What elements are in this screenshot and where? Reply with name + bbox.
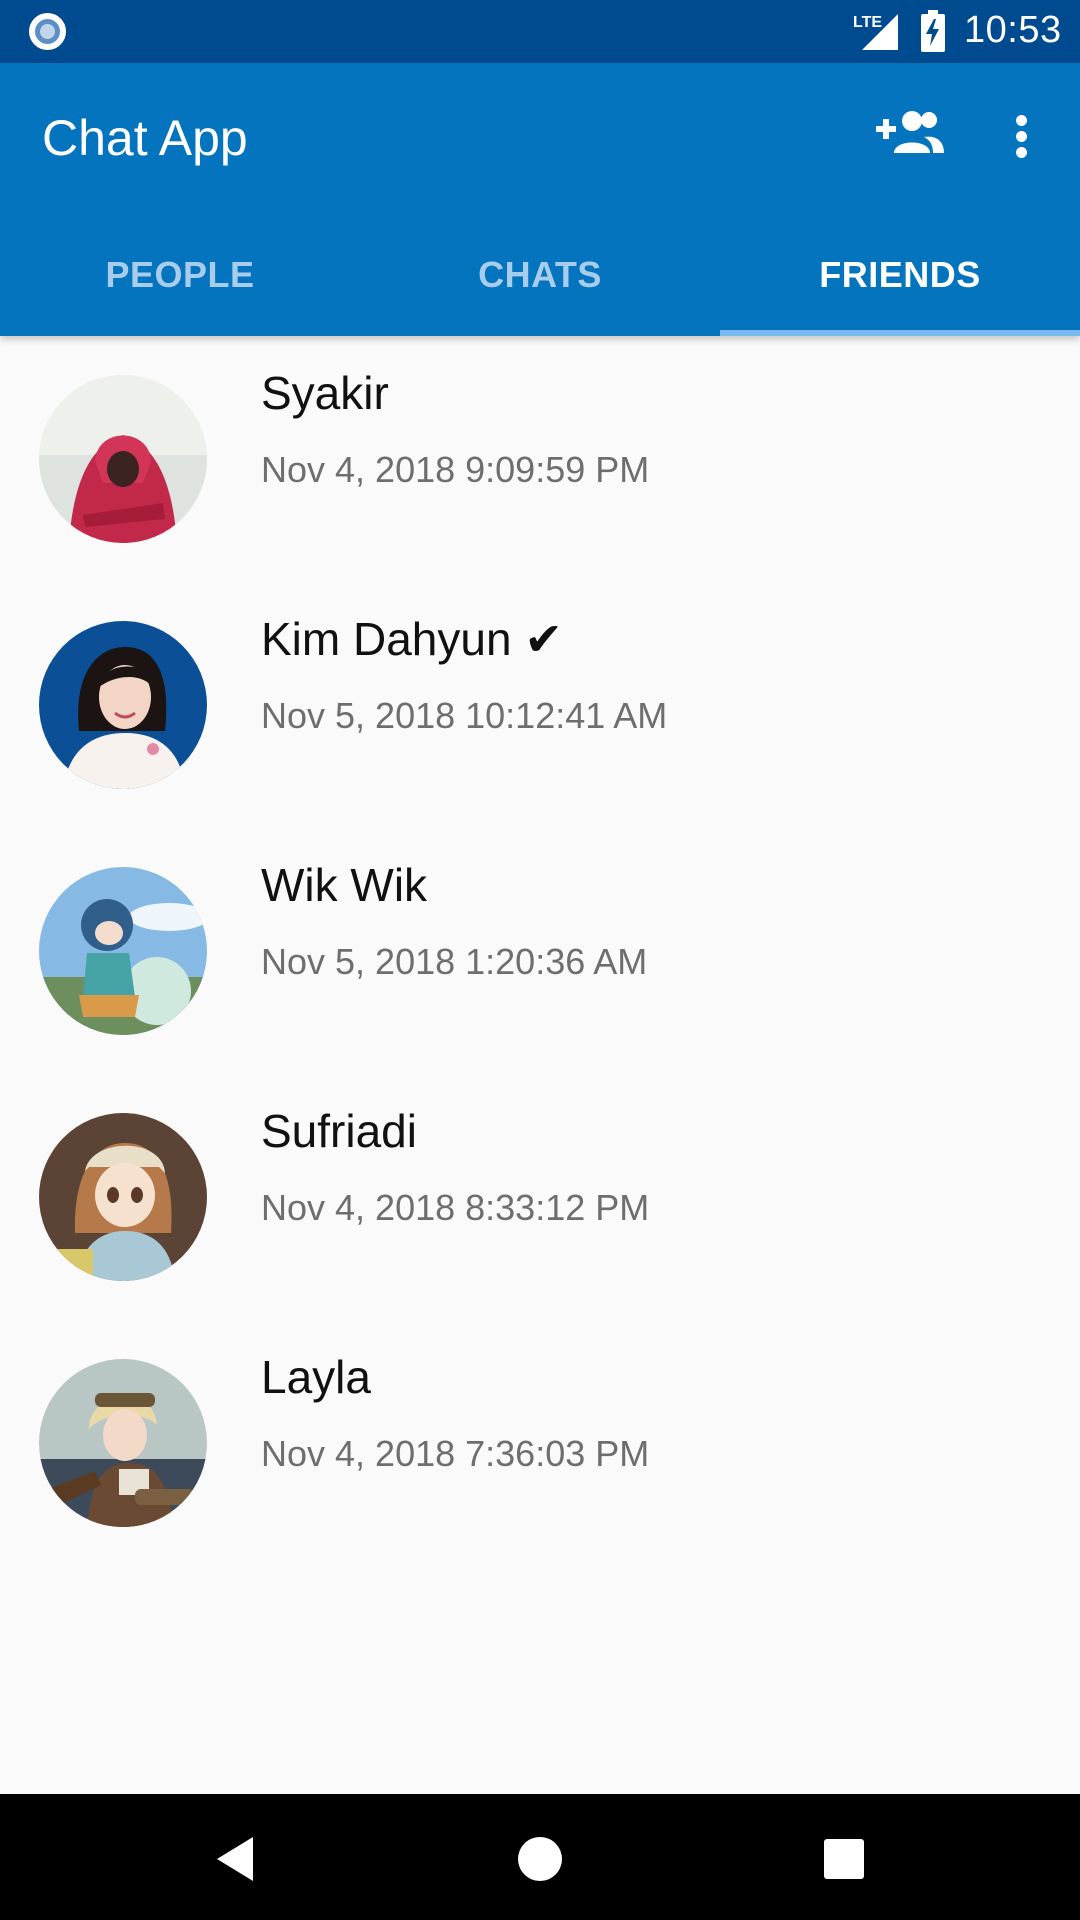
friend-name: Wik Wik (261, 859, 428, 911)
avatar (39, 621, 207, 789)
tab-bar: PEOPLE CHATS FRIENDS (0, 240, 1080, 336)
navigation-bar (0, 1794, 1080, 1920)
friend-name: Syakir (261, 367, 389, 419)
tab-people[interactable]: PEOPLE (0, 240, 360, 336)
avatar (39, 375, 207, 543)
add-friend-icon[interactable] (876, 109, 944, 155)
dot-icon (1016, 131, 1027, 142)
lte-signal-icon: LTE (853, 14, 898, 50)
friend-name: Sufriadi (261, 1105, 417, 1157)
tab-friends[interactable]: FRIENDS (720, 240, 1080, 336)
app-title: Chat App (42, 110, 248, 166)
record-icon (29, 13, 66, 50)
list-item[interactable]: Syakir Nov 4, 2018 9:09:59 PM (0, 336, 1080, 582)
friend-name: Layla (261, 1351, 371, 1403)
list-item[interactable]: Sufriadi Nov 4, 2018 8:33:12 PM (0, 1074, 1080, 1320)
recents-icon[interactable] (814, 1829, 874, 1889)
friend-timestamp: Nov 5, 2018 10:12:41 AM (261, 695, 668, 736)
clock: 10:53 (964, 9, 1062, 51)
tab-chats[interactable]: CHATS (360, 240, 720, 336)
battery-charging-icon (921, 10, 945, 52)
back-icon[interactable] (205, 1829, 265, 1889)
friend-timestamp: Nov 4, 2018 7:36:03 PM (261, 1433, 650, 1474)
friend-timestamp: Nov 4, 2018 8:33:12 PM (261, 1187, 650, 1228)
list-item[interactable]: Kim Dahyun ✔ Nov 5, 2018 10:12:41 AM (0, 582, 1080, 828)
friend-timestamp: Nov 4, 2018 9:09:59 PM (261, 449, 650, 490)
app-bar: Chat App PEOPLE CHATS FRIENDS (0, 63, 1080, 336)
friend-name: Kim Dahyun ✔ (261, 613, 563, 665)
status-bar: LTE 10:53 (0, 0, 1080, 63)
list-item[interactable]: Wik Wik Nov 5, 2018 1:20:36 AM (0, 828, 1080, 1074)
avatar (39, 867, 207, 1035)
dot-icon (1016, 115, 1027, 126)
friends-list: Syakir Nov 4, 2018 9:09:59 PM Kim Dahyun… (0, 336, 1080, 1566)
friend-timestamp: Nov 5, 2018 1:20:36 AM (261, 941, 648, 982)
avatar (39, 1113, 207, 1281)
svg-text:LTE: LTE (853, 14, 882, 31)
list-item[interactable]: Layla Nov 4, 2018 7:36:03 PM (0, 1320, 1080, 1566)
home-icon[interactable] (510, 1829, 570, 1889)
avatar (39, 1359, 207, 1527)
dot-icon (1016, 147, 1027, 158)
more-options-button[interactable] (1002, 111, 1042, 161)
